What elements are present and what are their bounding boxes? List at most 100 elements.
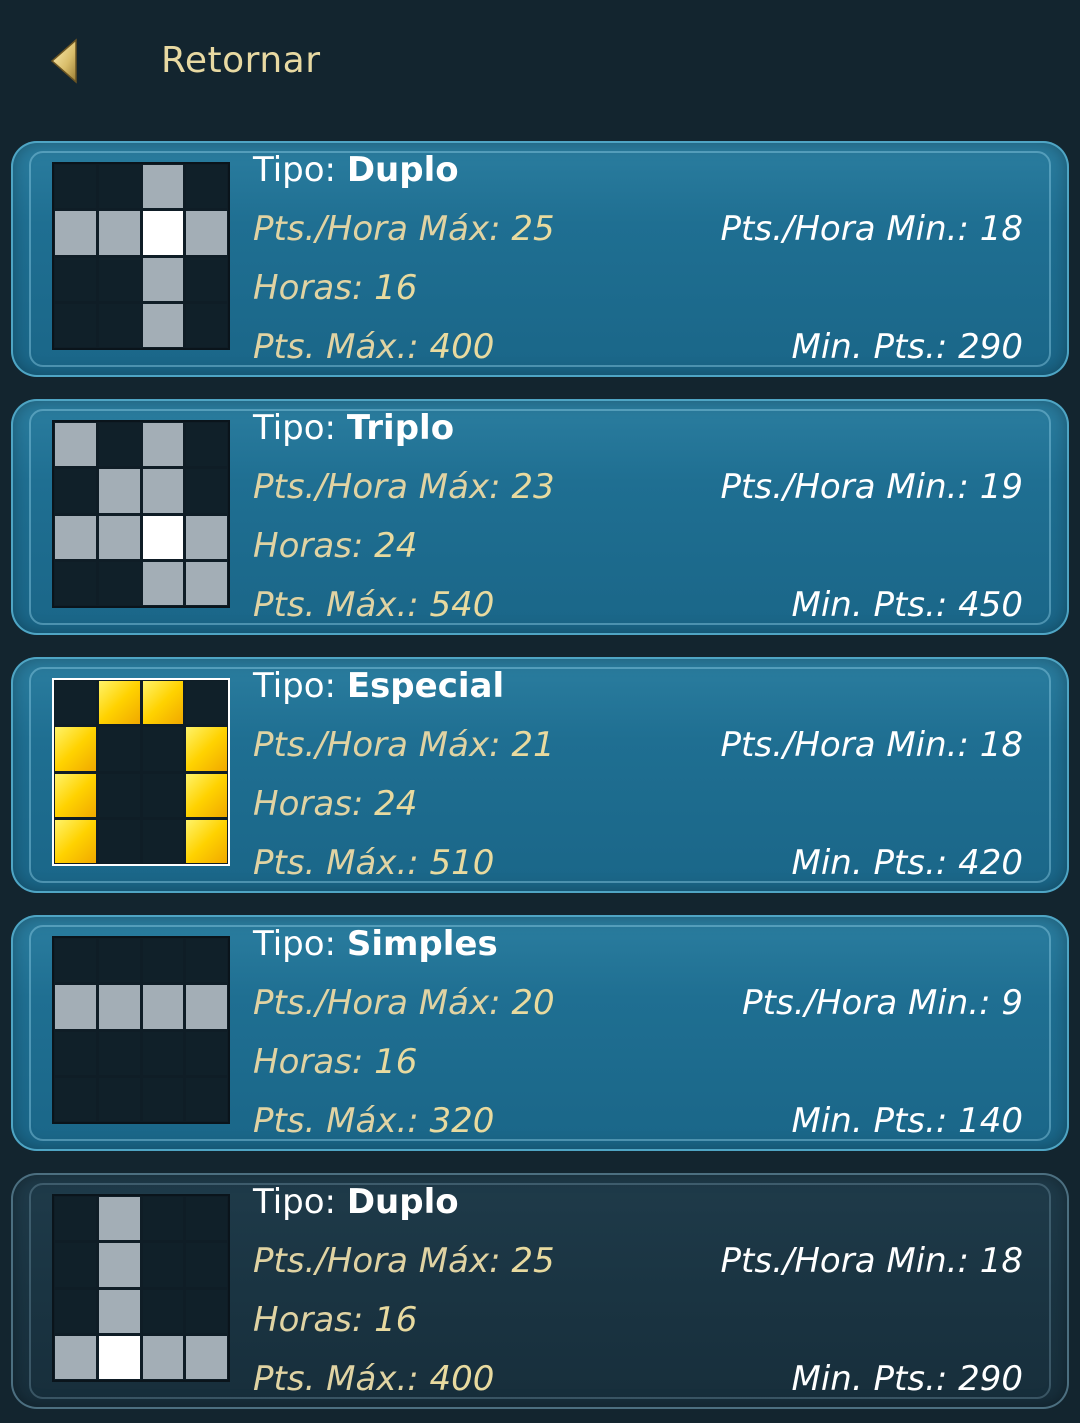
shape-pattern-grid xyxy=(52,936,230,1124)
max-points-value: 400 xyxy=(429,327,495,367)
job-card[interactable]: Tipo: Triplo Pts./Hora Máx: 23 Pts./Hora M… xyxy=(11,399,1069,635)
pattern-cell xyxy=(186,681,227,725)
type-label: Tipo: xyxy=(253,924,347,964)
pattern-cell xyxy=(142,561,184,605)
pattern-cell xyxy=(98,469,140,513)
max-points-label: Pts. Máx.: xyxy=(253,1101,430,1141)
pattern-cell xyxy=(98,1197,140,1241)
shape-pattern-grid xyxy=(52,420,230,608)
max-per-hour-label: Pts./Hora Máx: xyxy=(253,983,512,1023)
pattern-cell xyxy=(186,1289,227,1333)
min-per-hour-label: Pts./Hora Min.: xyxy=(720,1241,980,1281)
pattern-cell xyxy=(186,211,227,255)
hours-line: Horas: 16 xyxy=(253,1042,417,1082)
pattern-cell xyxy=(142,773,184,817)
pattern-cell xyxy=(98,1243,140,1287)
job-card[interactable]: Tipo: Simples Pts./Hora Máx: 20 Pts./Hora … xyxy=(11,915,1069,1151)
pattern-cell xyxy=(186,165,227,209)
pattern-cell xyxy=(55,165,96,209)
min-per-hour-value: 18 xyxy=(979,1241,1023,1281)
hours-line: Horas: 16 xyxy=(253,268,417,308)
pattern-cell xyxy=(142,1077,184,1121)
pattern-cell xyxy=(142,423,184,467)
pattern-cell xyxy=(98,1289,140,1333)
pattern-cell xyxy=(98,681,140,725)
pattern-cell xyxy=(98,257,140,301)
min-points-line: Min. Pts.: 140 xyxy=(792,1101,1023,1141)
pattern-cell xyxy=(142,1289,184,1333)
pattern-cell xyxy=(142,1197,184,1241)
max-per-hour-line: Pts./Hora Máx: 25 xyxy=(253,1241,555,1281)
job-card[interactable]: Tipo: Especial Pts./Hora Máx: 21 Pts./Hora… xyxy=(11,657,1069,893)
pattern-cell xyxy=(55,1335,96,1379)
min-points-label: Min. Pts.: xyxy=(791,1359,959,1399)
pattern-cell xyxy=(186,561,227,605)
pattern-cell xyxy=(55,1031,96,1075)
pattern-cell xyxy=(142,515,184,559)
pattern-cell xyxy=(98,985,140,1029)
min-per-hour-label: Pts./Hora Min.: xyxy=(742,983,1002,1023)
pattern-cell xyxy=(142,303,184,347)
pattern-cell xyxy=(55,1077,96,1121)
pattern-cell xyxy=(186,1335,227,1379)
pattern-cell xyxy=(55,303,96,347)
pattern-cell xyxy=(98,939,140,983)
min-per-hour-line: Pts./Hora Min.: 18 xyxy=(721,725,1023,765)
pattern-cell xyxy=(55,1289,96,1333)
min-per-hour-line: Pts./Hora Min.: 19 xyxy=(721,467,1023,507)
pattern-cell xyxy=(55,819,96,863)
hours-label: Horas: xyxy=(253,784,375,824)
pattern-cell xyxy=(98,423,140,467)
min-points-value: 140 xyxy=(958,1101,1023,1141)
min-points-label: Min. Pts.: xyxy=(791,327,959,367)
pattern-cell xyxy=(142,257,184,301)
type-line: Tipo: Simples xyxy=(253,924,498,964)
type-label: Tipo: xyxy=(253,666,347,706)
min-points-label: Min. Pts.: xyxy=(791,843,959,883)
type-value: Duplo xyxy=(346,150,459,190)
min-per-hour-value: 19 xyxy=(979,467,1023,507)
pattern-cell xyxy=(55,1243,96,1287)
hours-label: Horas: xyxy=(253,1300,375,1340)
pattern-cell xyxy=(142,1243,184,1287)
type-value: Simples xyxy=(346,924,498,964)
min-points-value: 420 xyxy=(958,843,1023,883)
type-value: Triplo xyxy=(346,408,455,448)
min-points-label: Min. Pts.: xyxy=(791,585,959,625)
hours-label: Horas: xyxy=(253,1042,375,1082)
max-points-label: Pts. Máx.: xyxy=(253,843,430,883)
max-per-hour-value: 25 xyxy=(511,1241,555,1281)
back-button-label[interactable]: Retornar xyxy=(161,40,321,81)
pattern-cell xyxy=(186,939,227,983)
hours-value: 16 xyxy=(374,268,418,308)
type-value: Especial xyxy=(346,666,505,706)
job-card[interactable]: Tipo: Duplo Pts./Hora Máx: 25 Pts./Hora Mi… xyxy=(11,141,1069,377)
pattern-cell xyxy=(98,773,140,817)
job-card[interactable]: Tipo: Duplo Pts./Hora Máx: 25 Pts./Hora Mi… xyxy=(11,1173,1069,1409)
pattern-cell xyxy=(142,1335,184,1379)
shape-pattern-grid xyxy=(52,678,230,866)
pattern-cell xyxy=(98,211,140,255)
max-points-line: Pts. Máx.: 400 xyxy=(253,1359,494,1399)
max-points-value: 540 xyxy=(429,585,495,625)
pattern-cell xyxy=(98,561,140,605)
min-per-hour-line: Pts./Hora Min.: 18 xyxy=(721,1241,1023,1281)
back-arrow-icon[interactable] xyxy=(48,38,82,84)
max-per-hour-line: Pts./Hora Máx: 21 xyxy=(253,725,555,765)
max-points-value: 510 xyxy=(429,843,495,883)
pattern-cell xyxy=(98,819,140,863)
pattern-cell xyxy=(142,1031,184,1075)
pattern-cell xyxy=(186,303,227,347)
max-per-hour-label: Pts./Hora Máx: xyxy=(253,1241,512,1281)
pattern-cell xyxy=(98,165,140,209)
pattern-cell xyxy=(98,727,140,771)
header-bar: Retornar xyxy=(0,0,1080,130)
min-points-value: 450 xyxy=(958,585,1023,625)
type-label: Tipo: xyxy=(253,150,347,190)
pattern-cell xyxy=(186,423,227,467)
pattern-cell xyxy=(142,211,184,255)
min-per-hour-line: Pts./Hora Min.: 18 xyxy=(721,209,1023,249)
min-per-hour-value: 9 xyxy=(1001,983,1023,1023)
pattern-cell xyxy=(186,1243,227,1287)
max-per-hour-label: Pts./Hora Máx: xyxy=(253,467,512,507)
